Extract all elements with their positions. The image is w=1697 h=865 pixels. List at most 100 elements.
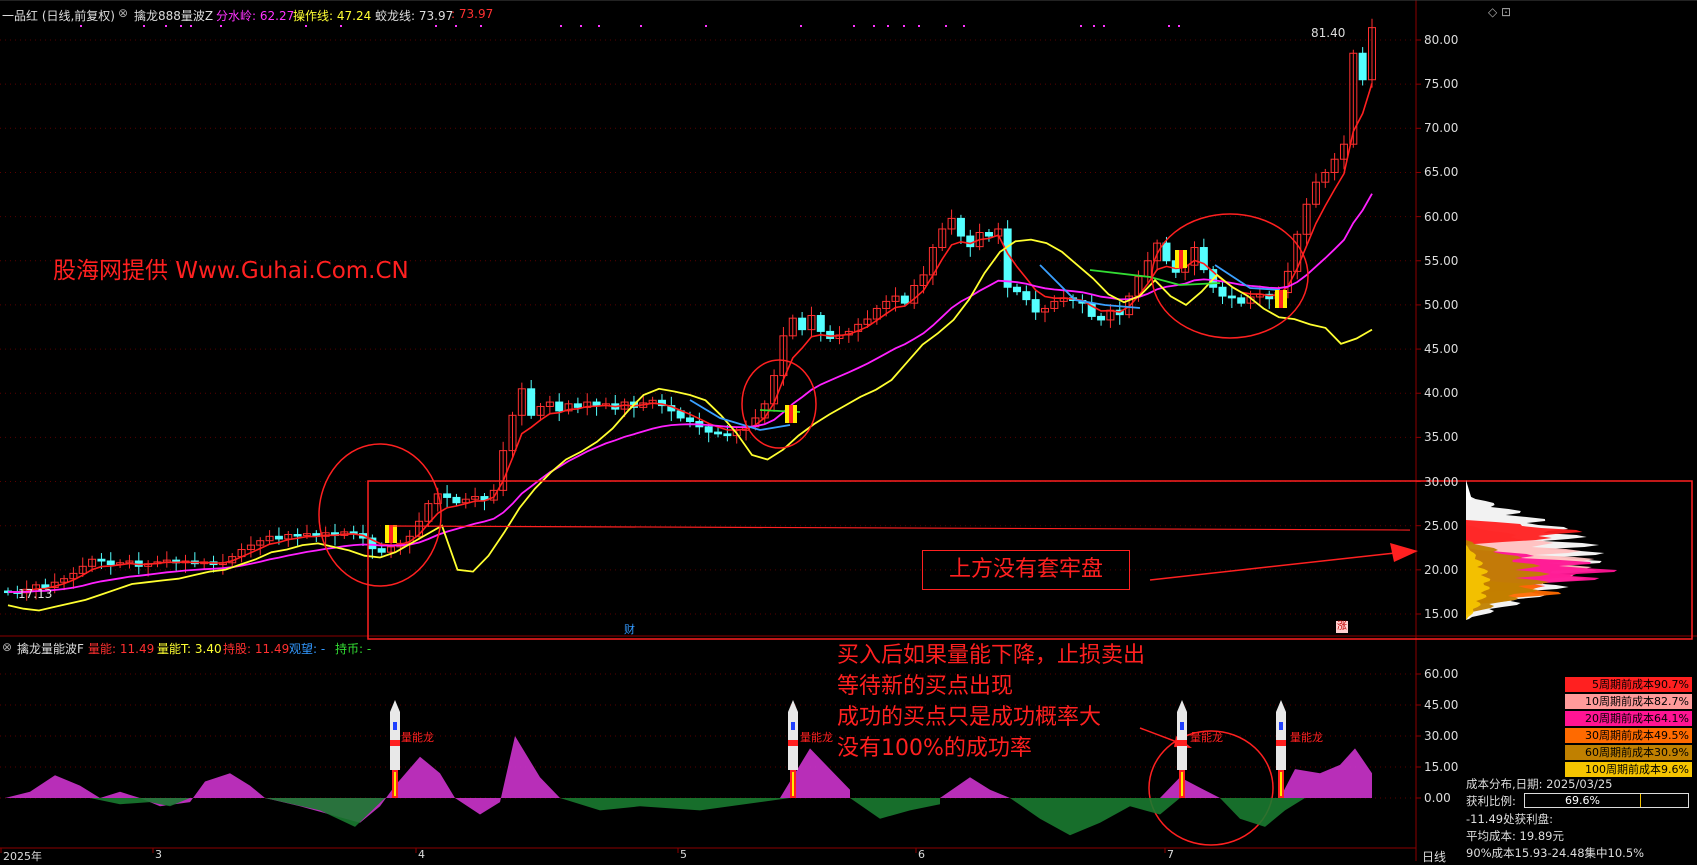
signal-dot: [455, 25, 457, 27]
price-axis-label: 70.00: [1424, 121, 1459, 136]
energy-area: [1220, 798, 1305, 827]
signal-dot: [220, 25, 222, 27]
sub-axis-label: 15.00: [1424, 760, 1459, 774]
price-axis-label: 25.00: [1424, 518, 1459, 533]
watermark-text: 股海网提供 Www.Guhai.Com.CN: [53, 258, 409, 284]
signal-dot: [480, 25, 482, 27]
price-axis-label: 50.00: [1424, 297, 1459, 312]
time-axis-label: 3: [155, 848, 162, 861]
candle-body: [704, 426, 713, 433]
period-label[interactable]: 日线: [1422, 848, 1446, 865]
signal-dot: [1168, 25, 1170, 27]
price-axis-label: 40.00: [1424, 386, 1459, 401]
candle-body: [956, 217, 965, 237]
signal-dot: [887, 25, 889, 27]
highlight-circle: [741, 359, 817, 449]
candle-body: [1218, 286, 1227, 297]
signal-stripe: [1279, 290, 1283, 308]
candle-body: [1237, 297, 1246, 304]
signal-dot: [640, 25, 642, 27]
note-line-4: 没有100%的成功率: [837, 736, 1032, 761]
liangnengT-value: 量能T: 3.40: [157, 642, 222, 656]
signal-dot: [705, 25, 707, 27]
candle-body: [826, 330, 835, 339]
rocket-body: [1276, 700, 1286, 770]
signal-dot: [598, 25, 600, 27]
highlight-circle: [318, 443, 442, 587]
price-axis-label: 20.00: [1424, 562, 1459, 577]
energy-area: [455, 736, 560, 815]
fast-line: [7, 83, 1373, 594]
signal-stripe: [1183, 250, 1187, 268]
candle-body: [714, 431, 723, 435]
window-icon[interactable]: ⊡: [1501, 5, 1511, 19]
signal-stripe: [1275, 290, 1279, 308]
rocket-label-3: 量能龙: [1190, 731, 1223, 744]
rocket-flame-core: [1181, 772, 1183, 796]
price-axis-label: 15.00: [1424, 607, 1459, 621]
signal-dot: [305, 25, 307, 27]
rocket-window: [791, 722, 795, 730]
signal-stripe: [785, 405, 789, 423]
jiaolong-extra: : 73.97: [451, 7, 494, 21]
candle-body: [686, 417, 694, 422]
energy-area: [850, 798, 940, 819]
candle-body: [573, 403, 582, 408]
signal-dot: [918, 25, 920, 27]
candle-body: [1097, 315, 1106, 321]
candle-body: [293, 534, 302, 537]
signal-dot: [800, 25, 802, 27]
rocket-band: [390, 740, 400, 746]
signal-dot: [945, 25, 947, 27]
cost-line5: 90%成本15.93-24.48集中10.5%: [1466, 846, 1645, 860]
signal-dot: [1178, 25, 1180, 27]
sub-axis-label: 45.00: [1424, 698, 1459, 712]
note-line-2: 等待新的买点出现: [837, 674, 1014, 699]
profit-value: 69.6%: [1565, 794, 1600, 807]
cost-legend-item: 30周期前成本49.5%: [1565, 728, 1692, 743]
collapse-icon[interactable]: ⊗: [118, 6, 128, 20]
profit-bar: 69.6%: [1524, 793, 1689, 808]
cost-legend-item: 60周期前成本30.9%: [1565, 745, 1692, 760]
signal-stripe: [1179, 250, 1183, 268]
sub-collapse-icon[interactable]: ⊗: [2, 640, 12, 654]
candle-body: [900, 295, 909, 304]
signal-dot: [560, 25, 562, 27]
trading-note: 买入后如果量能下降，止损卖出 等待新的买点出现 成功的买点只是成功概率大 没有1…: [837, 640, 1145, 764]
cai-marker[interactable]: 财: [624, 621, 635, 637]
energy-area: [940, 777, 1010, 798]
sub-axis-label: 30.00: [1424, 729, 1459, 743]
bear-segment: [1214, 264, 1281, 291]
energy-area: [1160, 777, 1220, 798]
fenshui-value: 分水岭: 62.27: [216, 9, 295, 23]
candle-body: [452, 496, 461, 504]
signal-dot: [1080, 25, 1082, 27]
energy-area: [1280, 748, 1372, 798]
price-axis-label: 55.00: [1424, 253, 1459, 268]
candle-body: [274, 535, 283, 540]
signal-dot: [190, 25, 192, 27]
signal-dot: [340, 25, 342, 27]
candle-body: [555, 401, 564, 412]
candle-body: [106, 560, 115, 566]
cost-date: 成本分布,日期: 2025/03/25: [1466, 777, 1613, 791]
diamond-icon[interactable]: ◇: [1488, 5, 1497, 19]
rocket-window: [393, 722, 397, 730]
pointer-arrow-line: [1149, 552, 1396, 581]
candle-body: [966, 235, 975, 248]
signal-dot: [963, 25, 965, 27]
signal-stripe: [793, 405, 797, 423]
time-axis-label: 5: [680, 848, 687, 861]
price-axis-label: 35.00: [1424, 430, 1459, 445]
rocket-window: [1180, 722, 1184, 730]
time-axis-label: 2025年: [3, 850, 42, 863]
candle-body: [1031, 299, 1040, 313]
zhang-marker[interactable]: 涨: [1336, 621, 1348, 633]
candle-body: [527, 388, 536, 416]
signal-dot: [80, 25, 82, 27]
energy-area: [1010, 798, 1180, 836]
rocket-body: [788, 700, 798, 770]
cost-legend-item: 10周期前成本82.7%: [1565, 694, 1692, 709]
profit-label: 获利比例:: [1466, 794, 1516, 808]
price-axis-label: 45.00: [1424, 342, 1459, 357]
